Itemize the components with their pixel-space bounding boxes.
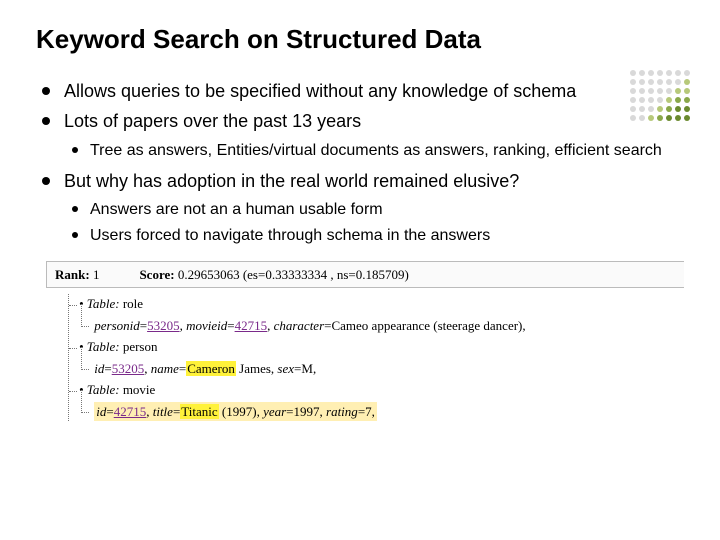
rank-label: Rank:: [55, 267, 90, 282]
table-label: • Table:: [79, 339, 120, 354]
field-highlight: Titanic: [180, 404, 218, 419]
field-key: rating: [326, 404, 358, 419]
bullet-list: Allows queries to be specified without a…: [36, 79, 684, 247]
bullet-text: Lots of papers over the past 13 years: [64, 111, 361, 131]
table-block-movie: • Table: movie id=42715, title=Titanic (…: [69, 380, 684, 421]
score-value: 0.29653063 (es=0.33333334 , ns=0.185709): [178, 267, 409, 282]
sub-bullet-item: Tree as answers, Entities/virtual docume…: [64, 140, 684, 162]
example-panel: Rank: 1 Score: 0.29653063 (es=0.33333334…: [46, 261, 684, 422]
field-value: James: [239, 361, 271, 376]
field-value: 1997: [294, 404, 320, 419]
field-value: 7: [365, 404, 372, 419]
field-value: (1997): [222, 404, 257, 419]
field-key: id: [94, 361, 104, 376]
bullet-item: Allows queries to be specified without a…: [36, 79, 684, 103]
field-key: character: [274, 318, 325, 333]
rank-value: 1: [93, 267, 100, 282]
field-link[interactable]: 42715: [114, 404, 147, 419]
bullet-item: Lots of papers over the past 13 years Tr…: [36, 109, 684, 161]
field-link[interactable]: 53205: [112, 361, 145, 376]
table-block-person: • Table: person id=53205, name=Cameron J…: [69, 337, 684, 378]
field-link[interactable]: 53205: [147, 318, 180, 333]
field-key: personid: [94, 318, 140, 333]
score-label: Score:: [139, 267, 174, 282]
field-value: Cameo appearance (steerage dancer): [331, 318, 522, 333]
table-name: movie: [123, 382, 156, 397]
bullet-item: But why has adoption in the real world r…: [36, 169, 684, 246]
sub-bullet-item: Users forced to navigate through schema …: [64, 225, 684, 247]
score-field: Score: 0.29653063 (es=0.33333334 , ns=0.…: [139, 265, 408, 285]
field-value: M: [301, 361, 313, 376]
table-label: • Table:: [79, 296, 120, 311]
table-row: personid=53205, movieid=42715, character…: [87, 316, 684, 336]
table-name: person: [123, 339, 158, 354]
field-key: id: [96, 404, 106, 419]
rank-field: Rank: 1: [55, 265, 99, 285]
table-row: id=53205, name=Cameron James, sex=M,: [87, 359, 684, 379]
field-link[interactable]: 42715: [235, 318, 268, 333]
table-row: id=42715, title=Titanic (1997), year=199…: [87, 402, 684, 422]
field-key: name: [151, 361, 179, 376]
field-highlight: Cameron: [186, 361, 236, 376]
row-highlight: id=42715, title=Titanic (1997), year=199…: [94, 402, 377, 422]
field-key: sex: [277, 361, 294, 376]
table-label: • Table:: [79, 382, 120, 397]
field-key: title: [153, 404, 173, 419]
field-key: movieid: [186, 318, 227, 333]
example-header: Rank: 1 Score: 0.29653063 (es=0.33333334…: [46, 261, 684, 289]
sub-bullet-item: Answers are not an a human usable form: [64, 199, 684, 221]
slide-title: Keyword Search on Structured Data: [36, 24, 684, 55]
bullet-text: But why has adoption in the real world r…: [64, 171, 519, 191]
sub-bullet-list: Answers are not an a human usable form U…: [64, 199, 684, 246]
sub-bullet-list: Tree as answers, Entities/virtual docume…: [64, 140, 684, 162]
field-key: year: [263, 404, 286, 419]
example-tree: • Table: role personid=53205, movieid=42…: [68, 294, 684, 421]
table-block-role: • Table: role personid=53205, movieid=42…: [69, 294, 684, 335]
table-name: role: [123, 296, 143, 311]
